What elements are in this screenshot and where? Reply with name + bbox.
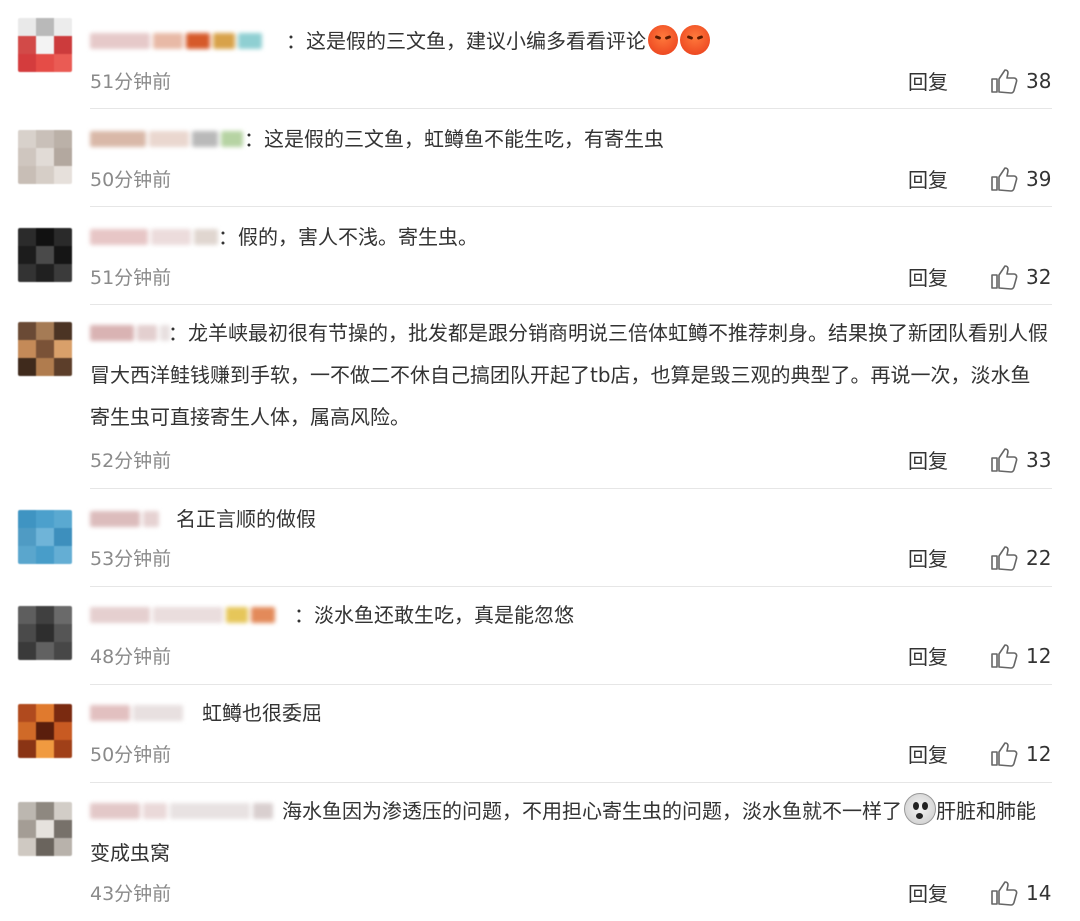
like-button[interactable]: 12 (990, 643, 1051, 669)
comment-text: ：龙羊峡最初很有节操的，批发都是跟分销商明说三倍体虹鳟不推荐刺身。结果换了新团队… (90, 321, 1048, 429)
username-blurred[interactable] (90, 30, 265, 52)
avatar[interactable] (18, 606, 72, 660)
divider (90, 304, 1052, 305)
reply-button[interactable]: 回复 (908, 547, 948, 571)
divider (90, 684, 1052, 685)
divider (90, 108, 1052, 109)
reply-button[interactable]: 回复 (908, 743, 948, 767)
like-button[interactable]: 12 (990, 741, 1051, 767)
comment-text: 名正言顺的做假 (176, 507, 316, 531)
comment-text: ：这是假的三文鱼，建议小编多看看评论 (286, 20, 710, 62)
comment-text: 虹鳟也很委屈 (202, 701, 322, 725)
reply-button[interactable]: 回复 (908, 168, 948, 192)
reply-button[interactable]: 回复 (908, 645, 948, 669)
avatar[interactable] (18, 510, 72, 564)
like-button[interactable]: 38 (990, 68, 1051, 94)
comment-text: ：假的，害人不浅。寄生虫。 (218, 225, 478, 249)
username-blurred[interactable] (90, 508, 162, 530)
like-count: 22 (1026, 546, 1052, 570)
avatar[interactable] (18, 322, 72, 376)
comment-time: 53分钟前 (90, 548, 172, 570)
username-blurred[interactable] (90, 702, 186, 724)
like-count: 32 (1026, 265, 1052, 289)
comment-text: ：这是假的三文鱼，虹鳟鱼不能生吃，有寄生虫 (244, 127, 664, 151)
thumbs-up-icon (991, 167, 1018, 192)
angry-face-icon (680, 25, 710, 55)
like-button[interactable]: 14 (990, 880, 1051, 906)
divider (90, 586, 1052, 587)
like-button[interactable]: 39 (990, 166, 1051, 192)
avatar[interactable] (18, 704, 72, 758)
comment-time: 50分钟前 (90, 744, 172, 766)
shocked-face-icon (904, 793, 936, 825)
thumbs-up-icon (991, 448, 1018, 473)
reply-button[interactable]: 回复 (908, 70, 948, 94)
comment-time: 52分钟前 (90, 450, 172, 472)
divider (90, 206, 1052, 207)
like-count: 33 (1026, 448, 1052, 472)
comment-time: 50分钟前 (90, 169, 172, 191)
comment-time: 51分钟前 (90, 71, 172, 93)
comment-text: ：淡水鱼还敢生吃，真是能忽悠 (294, 603, 574, 627)
thumbs-up-icon (991, 69, 1018, 94)
thumbs-up-icon (991, 546, 1018, 571)
comment-text: 海水鱼因为渗透压的问题，不用担心寄生虫的问题，淡水鱼就不一样了 肝脏和肺能变成虫窝 (90, 790, 1050, 874)
divider (90, 488, 1052, 489)
like-button[interactable]: 32 (990, 264, 1051, 290)
like-count: 12 (1026, 742, 1052, 766)
thumbs-up-icon (991, 265, 1018, 290)
username-blurred[interactable] (90, 128, 246, 150)
divider (90, 782, 1052, 783)
comment-time: 48分钟前 (90, 646, 172, 668)
avatar[interactable] (18, 228, 72, 282)
like-count: 12 (1026, 644, 1052, 668)
thumbs-up-icon (991, 644, 1018, 669)
like-count: 38 (1026, 69, 1052, 93)
comment-time: 43分钟前 (90, 883, 172, 905)
like-button[interactable]: 22 (990, 545, 1051, 571)
avatar[interactable] (18, 130, 72, 184)
thumbs-up-icon (991, 881, 1018, 906)
username-blurred[interactable] (90, 226, 221, 248)
thumbs-up-icon (991, 742, 1018, 767)
comment-time: 51分钟前 (90, 267, 172, 289)
like-button[interactable]: 33 (990, 447, 1051, 473)
username-blurred[interactable] (90, 604, 278, 626)
like-count: 39 (1026, 167, 1052, 191)
reply-button[interactable]: 回复 (908, 882, 948, 906)
like-count: 14 (1026, 881, 1052, 905)
angry-face-icon (648, 25, 678, 55)
reply-button[interactable]: 回复 (908, 266, 948, 290)
avatar[interactable] (18, 802, 72, 856)
avatar[interactable] (18, 18, 72, 72)
reply-button[interactable]: 回复 (908, 449, 948, 473)
